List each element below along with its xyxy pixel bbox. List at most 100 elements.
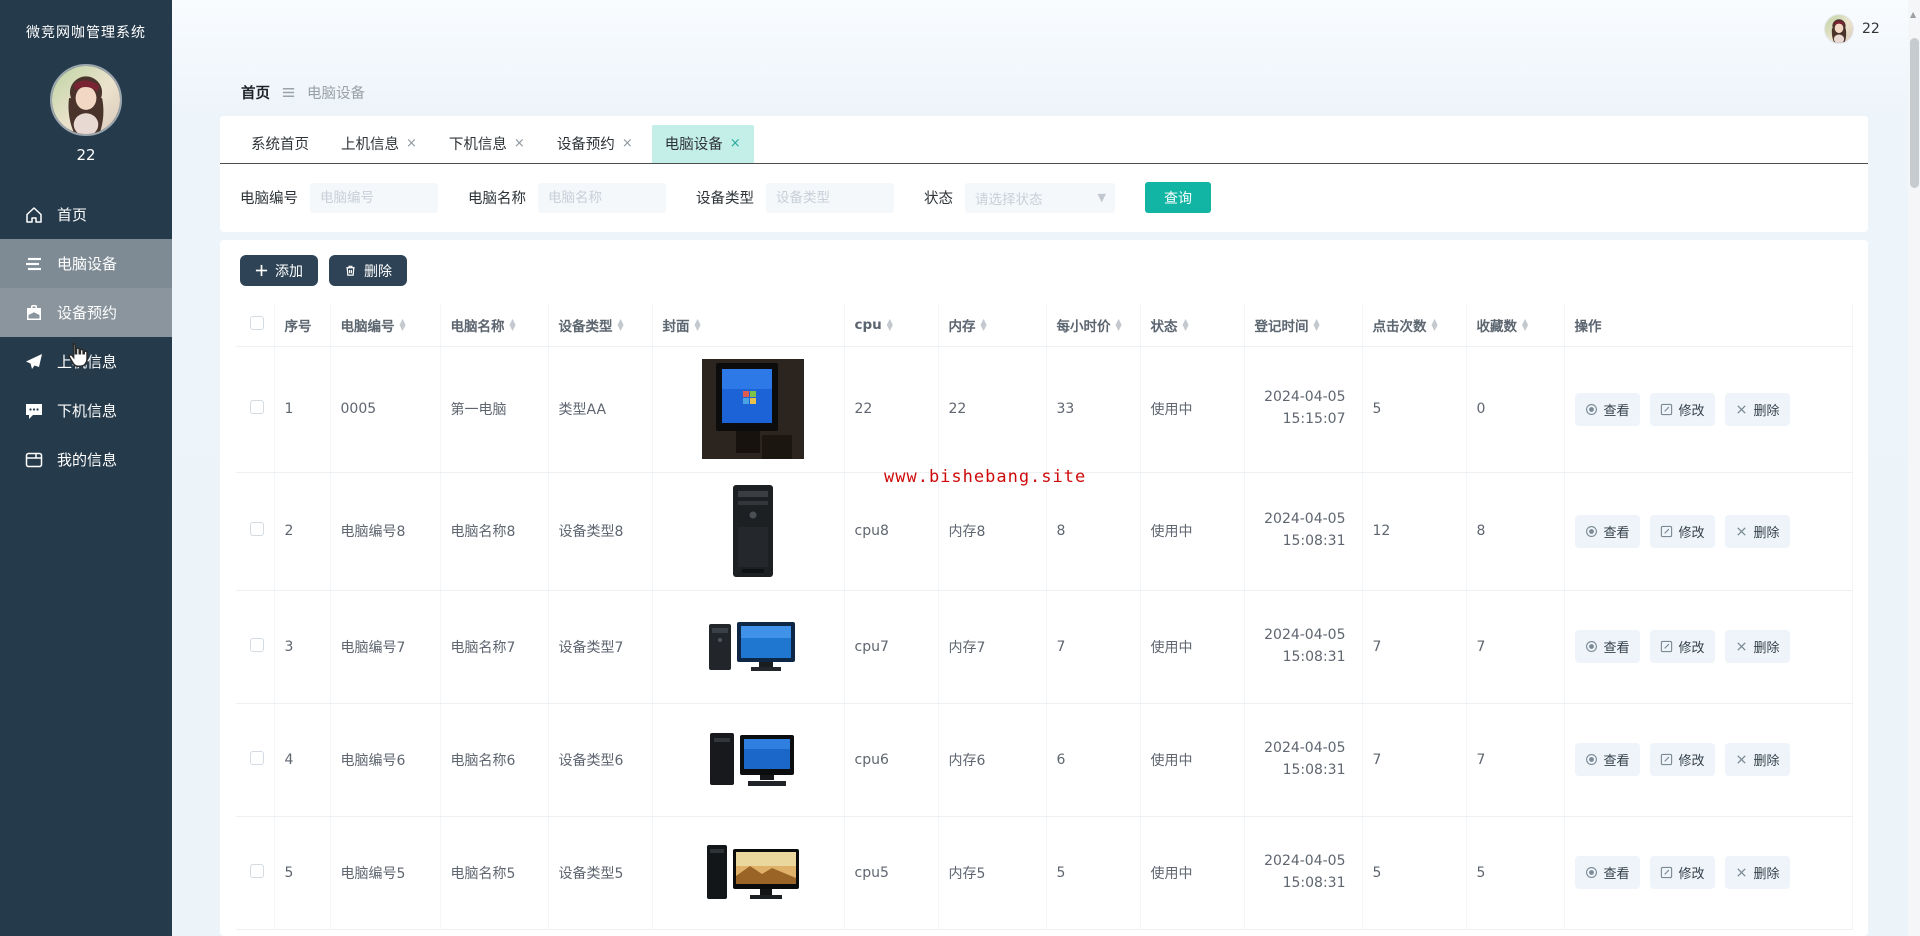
row-checkbox[interactable]: [250, 637, 264, 652]
header-10[interactable]: 登记时间 ▲ ▼: [1244, 304, 1363, 347]
tab-close-icon[interactable]: ×: [406, 136, 417, 151]
filter-bar: 电脑编号 电脑名称 设备类型 状态 请选择状态 ▼ 查询: [220, 164, 1868, 231]
row-checkbox[interactable]: [250, 400, 264, 414]
breadcrumb-home[interactable]: 首页: [241, 82, 270, 103]
view-button[interactable]: 查看: [1574, 514, 1640, 548]
cell-clicks: 7: [1362, 703, 1467, 817]
topbar-avatar[interactable]: [1824, 14, 1854, 44]
header-1: 序号: [274, 304, 331, 347]
tab-3[interactable]: 设备预约 ×: [544, 125, 646, 163]
sort-caret-icon[interactable]: ▲ ▼: [695, 317, 701, 331]
sort-caret-icon[interactable]: ▲ ▼: [510, 317, 516, 331]
search-button[interactable]: 查询: [1145, 182, 1211, 213]
cell-text: cpu7: [854, 638, 889, 655]
sidebar-item-0[interactable]: 首页: [0, 190, 172, 239]
cell-memory: 内存6: [938, 703, 1047, 817]
tab-close-icon[interactable]: ×: [730, 136, 741, 151]
header-7[interactable]: 内存 ▲ ▼: [938, 304, 1047, 347]
edit-button[interactable]: 修改: [1649, 392, 1715, 426]
filter-input-2[interactable]: [766, 182, 894, 213]
header-5[interactable]: 封面 ▲ ▼: [652, 304, 845, 347]
view-button[interactable]: 查看: [1574, 630, 1640, 663]
list-icon: [24, 254, 44, 274]
edit-icon: [1660, 753, 1673, 766]
table-row: 4 电脑编号6 电脑名称6 设备类型6 cpu6 内存6 6 使用中 2024-04-05 15:…: [236, 703, 1853, 817]
cell-favorites: 8: [1466, 472, 1565, 591]
cell-cpu: cpu8: [844, 472, 939, 591]
card-icon: [24, 450, 44, 470]
delete-row-button[interactable]: 删除: [1724, 392, 1790, 426]
scrollbar-thumb[interactable]: [1909, 38, 1919, 188]
edit-button[interactable]: 修改: [1649, 743, 1715, 776]
cell-memory: 22: [938, 346, 1047, 473]
cell-text: 0: [1476, 401, 1486, 417]
sort-caret-icon[interactable]: ▲ ▼: [1116, 317, 1122, 331]
watermark-text: www.bishebang.site: [884, 467, 1087, 487]
delete-row-button[interactable]: 删除: [1724, 514, 1790, 548]
row-actions: 查看 修改 删除: [1574, 856, 1852, 889]
tab-close-icon[interactable]: ×: [622, 136, 633, 151]
sidebar-item-4[interactable]: 下机信息: [0, 386, 172, 435]
row-checkbox[interactable]: [250, 750, 264, 765]
cell-checkbox: [236, 703, 275, 817]
view-button[interactable]: 查看: [1574, 856, 1640, 889]
row-checkbox[interactable]: [250, 522, 264, 536]
delete-row-button[interactable]: 删除: [1724, 630, 1790, 663]
cell-text: 15:08:31: [1282, 761, 1346, 778]
sort-caret-icon[interactable]: ▲ ▼: [1183, 317, 1189, 331]
sidebar-item-3[interactable]: 上机信息: [0, 337, 172, 386]
sort-caret-icon[interactable]: ▲ ▼: [887, 317, 893, 331]
sidebar-item-1[interactable]: 电脑设备: [0, 239, 172, 288]
filter-input-0[interactable]: [310, 182, 438, 213]
status-select[interactable]: 请选择状态 ▼: [965, 182, 1115, 213]
tab-2[interactable]: 下机信息 ×: [436, 125, 538, 163]
header-3[interactable]: 电脑名称 ▲ ▼: [440, 304, 549, 347]
page-scrollbar[interactable]: ▲: [1908, 0, 1920, 936]
cell-cpu: cpu5: [844, 816, 939, 930]
sort-caret-icon[interactable]: ▲ ▼: [400, 317, 406, 331]
select-all-checkbox[interactable]: [250, 315, 264, 330]
sidebar-item-5[interactable]: 我的信息: [0, 435, 172, 484]
edit-button[interactable]: 修改: [1649, 514, 1715, 548]
tab-0[interactable]: 系统首页: [238, 125, 322, 163]
edit-button[interactable]: 修改: [1649, 630, 1715, 663]
cell-text: cpu6: [854, 751, 889, 768]
sidebar-item-2[interactable]: 设备预约: [0, 288, 172, 337]
header-4[interactable]: 设备类型 ▲ ▼: [548, 304, 653, 347]
sidebar-nav: 首页 电脑设备 设备预约 上机信息 下机信息 我的信息: [0, 190, 172, 484]
header-12[interactable]: 收藏数 ▲ ▼: [1466, 304, 1565, 347]
add-button[interactable]: 添加: [240, 255, 318, 286]
header-8[interactable]: 每小时价 ▲ ▼: [1046, 304, 1141, 347]
delete-button[interactable]: 删除: [329, 255, 407, 286]
view-button[interactable]: 查看: [1574, 392, 1640, 426]
hamburger-icon: [281, 85, 296, 100]
delete-row-button[interactable]: 删除: [1724, 743, 1790, 776]
view-button[interactable]: 查看: [1574, 743, 1640, 776]
header-6[interactable]: cpu ▲ ▼: [844, 304, 939, 347]
tab-4[interactable]: 电脑设备 ×: [651, 125, 754, 163]
topbar-user[interactable]: 22: [1824, 14, 1880, 44]
cell-status: 使用中: [1140, 590, 1245, 704]
tab-close-icon[interactable]: ×: [514, 136, 525, 151]
sort-caret-icon[interactable]: ▲ ▼: [1432, 317, 1438, 331]
breadcrumb: 首页 电脑设备: [241, 82, 365, 103]
header-11[interactable]: 点击次数 ▲ ▼: [1362, 304, 1467, 347]
filter-input-1[interactable]: [538, 182, 666, 213]
scrollbar-up-arrow[interactable]: ▲: [1910, 10, 1916, 19]
row-checkbox[interactable]: [250, 863, 264, 878]
sort-caret-icon[interactable]: ▲ ▼: [1522, 317, 1528, 331]
tab-1[interactable]: 上机信息 ×: [328, 125, 430, 163]
header-9[interactable]: 状态 ▲ ▼: [1140, 304, 1245, 347]
header-2[interactable]: 电脑编号 ▲ ▼: [330, 304, 441, 347]
action-label: 修改: [1678, 867, 1705, 882]
delete-row-button[interactable]: 删除: [1724, 856, 1790, 889]
sort-caret-icon[interactable]: ▲ ▼: [1314, 317, 1320, 331]
register-time: 2024-04-05 15:08:31: [1255, 625, 1345, 668]
x-icon: [1735, 753, 1748, 766]
header-label: 封面: [662, 318, 690, 335]
sort-caret-icon[interactable]: ▲ ▼: [618, 317, 624, 331]
sort-caret-icon[interactable]: ▲ ▼: [981, 317, 987, 331]
chevron-down-icon: ▼: [1097, 191, 1106, 204]
plus-icon: [255, 264, 268, 277]
edit-button[interactable]: 修改: [1649, 856, 1715, 889]
